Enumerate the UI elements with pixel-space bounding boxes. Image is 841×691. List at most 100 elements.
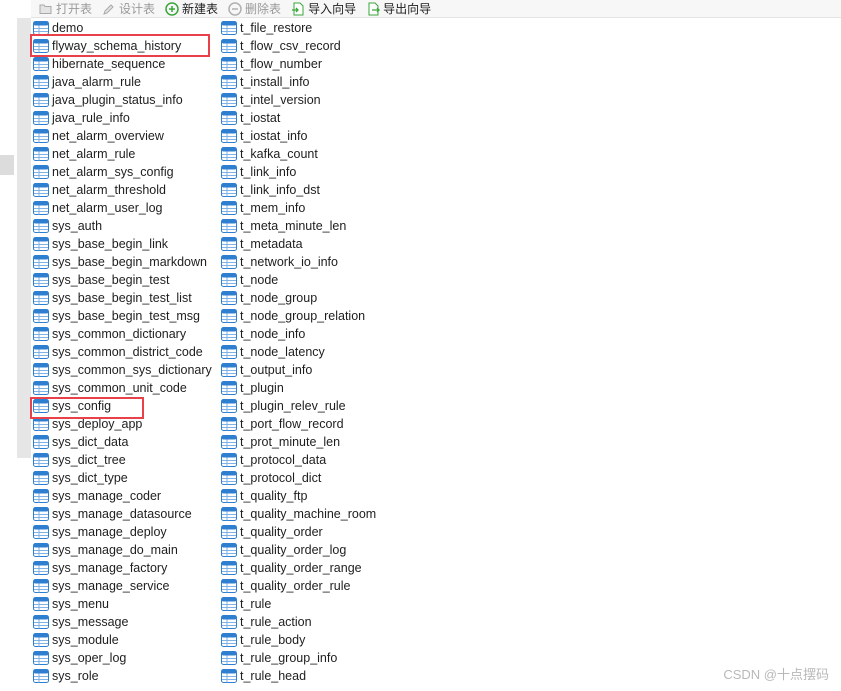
table-item[interactable]: sys_manage_factory	[33, 559, 212, 577]
table-icon	[33, 615, 49, 629]
table-icon	[221, 435, 237, 449]
table-item[interactable]: sys_base_begin_test_list	[33, 289, 212, 307]
left-panel-edge	[0, 0, 31, 691]
table-item[interactable]: t_node_latency	[221, 343, 376, 361]
design-table-button[interactable]: 设计表	[102, 0, 155, 17]
table-item[interactable]: java_alarm_rule	[33, 73, 212, 91]
table-item[interactable]: t_link_info_dst	[221, 181, 376, 199]
table-item-label: t_plugin	[240, 381, 284, 395]
table-item[interactable]: t_prot_minute_len	[221, 433, 376, 451]
table-item[interactable]: t_quality_order	[221, 523, 376, 541]
table-item-label: net_alarm_rule	[52, 147, 136, 161]
table-item[interactable]: t_rule_action	[221, 613, 376, 631]
table-item[interactable]: t_quality_machine_room	[221, 505, 376, 523]
table-item[interactable]: t_node_info	[221, 325, 376, 343]
table-item[interactable]: t_link_info	[221, 163, 376, 181]
table-item[interactable]: hibernate_sequence	[33, 55, 212, 73]
table-item[interactable]: t_file_restore	[221, 19, 376, 37]
plus-circle-icon	[165, 1, 179, 16]
table-item[interactable]: t_rule_group_info	[221, 649, 376, 667]
table-item[interactable]: t_kafka_count	[221, 145, 376, 163]
table-icon	[33, 363, 49, 377]
table-item[interactable]: sys_dict_data	[33, 433, 212, 451]
left-splitter-handle[interactable]	[0, 155, 14, 175]
table-item[interactable]: sys_manage_coder	[33, 487, 212, 505]
table-item[interactable]: t_protocol_data	[221, 451, 376, 469]
table-item[interactable]: sys_oper_log	[33, 649, 212, 667]
table-item[interactable]: sys_dict_tree	[33, 451, 212, 469]
table-item-label: t_quality_order_rule	[240, 579, 351, 593]
table-icon	[33, 435, 49, 449]
table-item[interactable]: t_intel_version	[221, 91, 376, 109]
table-item[interactable]: sys_common_unit_code	[33, 379, 212, 397]
table-item-label: sys_base_begin_test_msg	[52, 309, 201, 323]
table-item[interactable]: t_mem_info	[221, 199, 376, 217]
table-item[interactable]: sys_auth	[33, 217, 212, 235]
table-item[interactable]: net_alarm_sys_config	[33, 163, 212, 181]
table-item[interactable]: t_rule	[221, 595, 376, 613]
table-item[interactable]: t_node_group	[221, 289, 376, 307]
table-item[interactable]: sys_manage_deploy	[33, 523, 212, 541]
table-icon	[221, 543, 237, 557]
table-item[interactable]: net_alarm_overview	[33, 127, 212, 145]
table-item[interactable]: t_quality_ftp	[221, 487, 376, 505]
table-item[interactable]: sys_dict_type	[33, 469, 212, 487]
table-item[interactable]: sys_deploy_app	[33, 415, 212, 433]
table-item[interactable]: t_iostat	[221, 109, 376, 127]
new-table-button[interactable]: 新建表	[165, 0, 218, 17]
table-item[interactable]: sys_base_begin_test_msg	[33, 307, 212, 325]
import-wizard-button[interactable]: 导入向导	[291, 0, 356, 17]
table-item-label: net_alarm_overview	[52, 129, 164, 143]
table-icon	[33, 111, 49, 125]
table-item[interactable]: sys_common_sys_dictionary	[33, 361, 212, 379]
table-item[interactable]: sys_base_begin_link	[33, 235, 212, 253]
table-icon	[33, 75, 49, 89]
table-icon	[221, 291, 237, 305]
table-item[interactable]: t_quality_order_log	[221, 541, 376, 559]
table-item[interactable]: flyway_schema_history	[33, 37, 212, 55]
table-item[interactable]: t_quality_order_rule	[221, 577, 376, 595]
table-item[interactable]: net_alarm_threshold	[33, 181, 212, 199]
table-item[interactable]: sys_config	[33, 397, 212, 415]
table-item[interactable]: net_alarm_rule	[33, 145, 212, 163]
table-item[interactable]: t_node	[221, 271, 376, 289]
table-item[interactable]: net_alarm_user_log	[33, 199, 212, 217]
table-item[interactable]: t_install_info	[221, 73, 376, 91]
table-item[interactable]: sys_base_begin_test	[33, 271, 212, 289]
table-item[interactable]: sys_message	[33, 613, 212, 631]
delete-table-button[interactable]: 删除表	[228, 0, 281, 17]
table-item-label: t_rule_action	[240, 615, 312, 629]
table-item[interactable]: sys_base_begin_markdown	[33, 253, 212, 271]
table-item[interactable]: sys_manage_do_main	[33, 541, 212, 559]
table-item[interactable]: sys_manage_service	[33, 577, 212, 595]
table-item[interactable]: java_rule_info	[33, 109, 212, 127]
table-item[interactable]: sys_role	[33, 667, 212, 685]
table-item[interactable]: t_metadata	[221, 235, 376, 253]
table-item[interactable]: t_protocol_dict	[221, 469, 376, 487]
table-item-label: sys_base_begin_test_list	[52, 291, 192, 305]
table-item[interactable]: t_node_group_relation	[221, 307, 376, 325]
table-item[interactable]: t_iostat_info	[221, 127, 376, 145]
table-item[interactable]: t_quality_order_range	[221, 559, 376, 577]
table-item[interactable]: t_network_io_info	[221, 253, 376, 271]
table-item[interactable]: t_rule_head	[221, 667, 376, 685]
table-item[interactable]: sys_module	[33, 631, 212, 649]
table-item[interactable]: t_flow_number	[221, 55, 376, 73]
table-item[interactable]: t_plugin	[221, 379, 376, 397]
table-item[interactable]: t_port_flow_record	[221, 415, 376, 433]
table-item[interactable]: t_plugin_relev_rule	[221, 397, 376, 415]
table-item-label: t_output_info	[240, 363, 313, 377]
table-item[interactable]: sys_manage_datasource	[33, 505, 212, 523]
left-scroll-strip[interactable]	[17, 18, 31, 458]
open-table-button[interactable]: 打开表	[39, 0, 92, 17]
table-item[interactable]: demo	[33, 19, 212, 37]
export-wizard-button[interactable]: 导出向导	[366, 0, 431, 17]
table-item[interactable]: t_output_info	[221, 361, 376, 379]
table-item[interactable]: t_rule_body	[221, 631, 376, 649]
table-item[interactable]: sys_common_dictionary	[33, 325, 212, 343]
table-item[interactable]: sys_common_district_code	[33, 343, 212, 361]
table-item[interactable]: t_meta_minute_len	[221, 217, 376, 235]
table-item[interactable]: java_plugin_status_info	[33, 91, 212, 109]
table-item[interactable]: t_flow_csv_record	[221, 37, 376, 55]
table-item[interactable]: sys_menu	[33, 595, 212, 613]
